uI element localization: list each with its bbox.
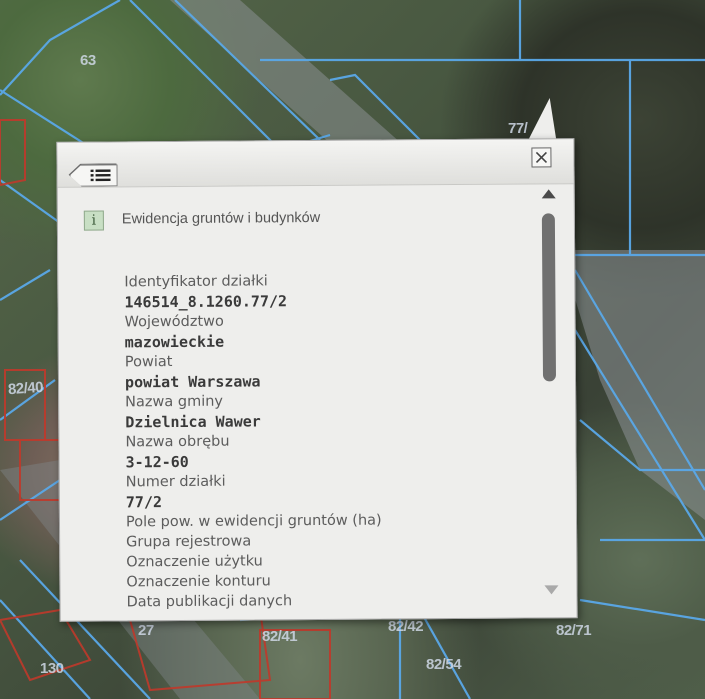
scroll-up-arrow-icon[interactable] (541, 189, 556, 199)
field-label-numer-dzialki: Numer działki (125, 473, 226, 491)
field-label-identyfikator: Identyfikator działki (124, 273, 268, 291)
field-label-powiat: Powiat (124, 354, 173, 371)
field-label-data-publikacji: Data publikacji danych (126, 593, 293, 611)
field-value-identyfikator: 146514_8.1260.77/2 (124, 292, 288, 312)
parcel-label: 63 (80, 52, 96, 69)
close-button[interactable] (531, 147, 552, 168)
field-label-oznaczenie-uzytku: Oznaczenie użytku (126, 553, 263, 571)
parcel-label: 82/40 (7, 378, 44, 399)
info-icon: i (83, 210, 104, 231)
parcel-label: 77/ (508, 120, 528, 137)
scroll-down-arrow-icon[interactable] (544, 585, 559, 595)
field-value-obreb: 3-12-60 (125, 452, 189, 472)
identify-popup: i Ewidencja gruntów i budynków Identyfik… (56, 138, 578, 622)
field-value-wojewodztwo: mazowieckie (124, 332, 225, 352)
close-icon (535, 151, 548, 164)
field-value-numer-dzialki: 77/2 (125, 493, 163, 512)
field-label-oznaczenie-konturu: Oznaczenie konturu (126, 573, 271, 591)
popup-content[interactable]: i Ewidencja gruntów i budynków Identyfik… (78, 207, 541, 610)
field-label-obreb: Nazwa obrębu (125, 433, 230, 451)
parcel-label: 82/42 (388, 618, 424, 635)
field-label-grupa-rejestrowa: Grupa rejestrowa (126, 533, 252, 551)
parcel-label: 130 (40, 660, 64, 677)
field-label-gmina: Nazwa gminy (125, 393, 224, 411)
layer-header: i Ewidencja gruntów i budynków (78, 207, 538, 236)
list-icon (91, 169, 111, 181)
attribute-list: Identyfikator działki 146514_8.1260.77/2… (124, 271, 382, 611)
field-value-powiat: powiat Warszawa (124, 372, 261, 392)
parcel-label: 82/54 (426, 656, 462, 673)
field-label-wojewodztwo: Województwo (124, 313, 224, 331)
vertical-scrollbar[interactable] (538, 187, 563, 599)
field-value-gmina: Dzielnica Wawer (125, 412, 261, 432)
popup-header (57, 139, 574, 188)
parcel-label: 27 (138, 622, 154, 639)
parcel-label: 82/71 (556, 622, 592, 639)
parcel-label: 82/41 (262, 628, 298, 645)
layer-title: Ewidencja gruntów i budynków (121, 209, 321, 228)
field-label-pole-pow: Pole pow. w ewidencji gruntów (ha) (125, 512, 382, 531)
scroll-thumb[interactable] (541, 213, 557, 382)
